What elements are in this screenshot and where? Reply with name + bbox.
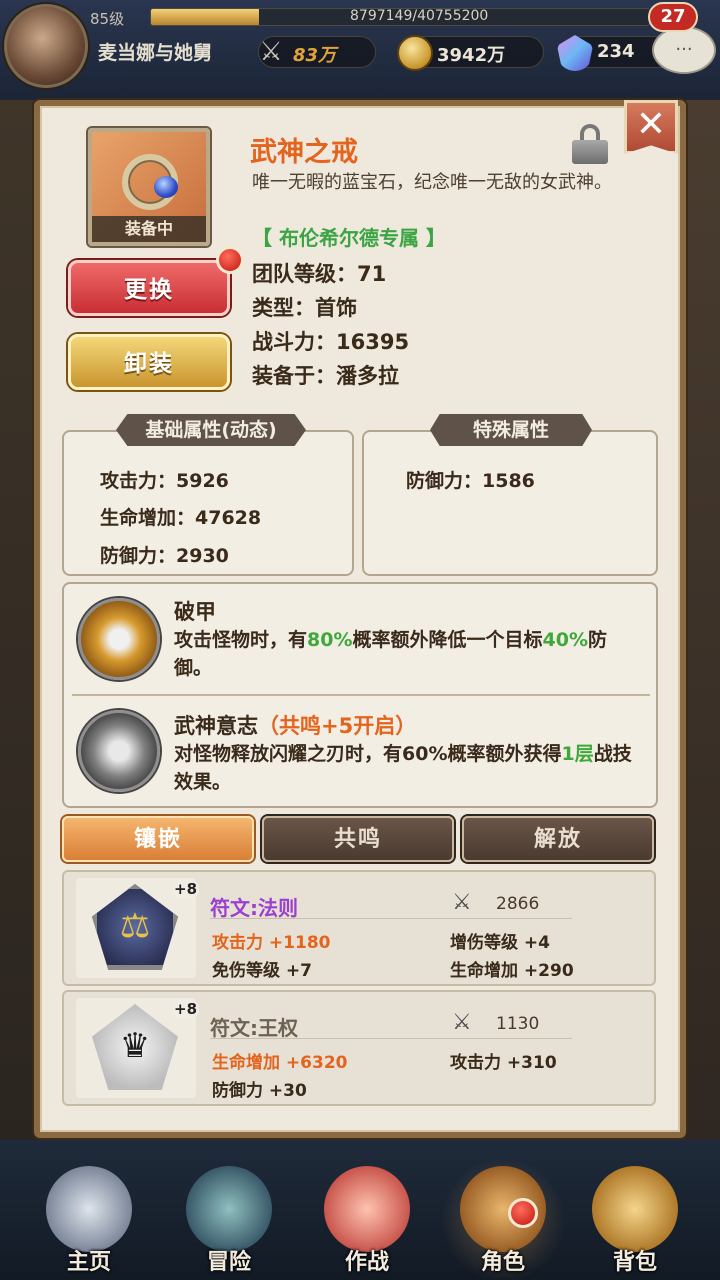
gold-value: 3942万: [437, 45, 506, 66]
crossed-swords-icon: ⚔: [452, 1010, 472, 1035]
unequip-button[interactable]: 卸装: [68, 334, 230, 390]
ring-icon: [122, 154, 178, 210]
rune-level: +8: [172, 880, 200, 898]
attr-hp: 生命增加：47628: [100, 507, 262, 529]
tab-release[interactable]: 解放: [462, 816, 654, 862]
nav-label: 作战: [344, 1250, 389, 1275]
item-description: 唯一无暇的蓝宝石，纪念唯一无敌的女武神。: [252, 172, 612, 193]
rune-stat: 生命增加 +290: [450, 961, 574, 981]
rune-stat: 防御力 +30: [212, 1081, 307, 1101]
skills-box: 破甲 攻击怪物时，有80%概率额外降低一个目标40%防御。 武神意志（共鸣+5开…: [62, 582, 658, 808]
tab-inlay[interactable]: 镶嵌: [62, 816, 254, 862]
lock-icon[interactable]: [572, 124, 608, 164]
red-dot-indicator: [508, 1198, 538, 1228]
rune-stat: 攻击力 +310: [450, 1053, 557, 1073]
skill-desc-text: 概率额外降低一个目标: [352, 629, 543, 651]
rune-slot-row[interactable]: ♛ +8 符文:王权 ⚔ 1130 生命增加 +6320 攻击力 +310 防御…: [62, 990, 656, 1106]
rune-stat: 生命增加 +6320: [212, 1053, 348, 1073]
rune-sovereignty-icon: ♛: [92, 1004, 178, 1090]
player-name: 麦当娜与她舅: [98, 42, 213, 64]
rune-power: 1130: [496, 1014, 540, 1034]
balance-scale-icon: ⚖: [119, 906, 151, 946]
power-value: 83万: [293, 45, 337, 66]
nav-label: 背包: [612, 1250, 657, 1275]
skill-desc-text: 攻击怪物时，有: [174, 629, 308, 651]
skill-desc-highlight: 40%: [542, 629, 588, 651]
nav-home[interactable]: 主页: [24, 1160, 154, 1280]
lock-body: [572, 140, 608, 164]
gold-display[interactable]: 3942万: [397, 35, 544, 71]
skill-divider: [72, 694, 650, 696]
red-dot-indicator: [216, 246, 244, 274]
nav-battle[interactable]: 作战: [302, 1160, 432, 1280]
portal-gate-icon: [186, 1166, 272, 1252]
rune-name: 符文:法则: [210, 896, 298, 920]
special-attributes-title: 特殊属性: [430, 414, 592, 446]
rune-power: 2866: [496, 894, 540, 914]
nav-adventure[interactable]: 冒险: [164, 1160, 294, 1280]
team-level: 团队等级：71: [252, 262, 387, 286]
nav-label: 冒险: [206, 1250, 251, 1275]
rune-slot[interactable]: ⚖ +8: [76, 878, 200, 978]
player-level: 85级: [90, 10, 125, 28]
background-right: [680, 100, 720, 1140]
skill-desc-text: 对怪物释放闪耀之刃时，有60%概率额外获得: [174, 743, 562, 765]
skill-description: 攻击怪物时，有80%概率额外降低一个目标40%防御。: [174, 626, 644, 682]
attr-defense: 防御力：2930: [100, 545, 229, 567]
nav-bag[interactable]: 背包: [570, 1160, 700, 1280]
crossed-swords-icon: ⚔: [452, 890, 472, 915]
sapphire-gem-icon: [154, 176, 178, 198]
special-attributes-box: 特殊属性 防御力：1586: [362, 414, 658, 576]
xp-text: 8797149/40755200: [350, 8, 489, 24]
crown-icon: ♛: [119, 1026, 151, 1066]
power-display: ⚔ 83万: [258, 36, 376, 68]
item-power: 战斗力：16395: [252, 330, 410, 354]
rune-divider: [210, 918, 572, 919]
rune-stat: 增伤等级 +4: [450, 933, 550, 953]
notification-count-badge[interactable]: 27: [648, 2, 698, 32]
rune-stat: 免伤等级 +7: [212, 961, 312, 981]
skill-description: 对怪物释放闪耀之刃时，有60%概率额外获得1层战技效果。: [174, 740, 644, 796]
item-icon-frame: 装备中: [88, 128, 210, 246]
replace-button[interactable]: 更换: [68, 260, 230, 316]
attr-special-defense: 防御力：1586: [406, 470, 535, 492]
skill-name: 武神意志（共鸣+5开启）: [174, 710, 416, 740]
item-name: 武神之戒: [250, 137, 358, 168]
rune-divider: [210, 1038, 572, 1039]
nav-label: 主页: [66, 1250, 111, 1275]
chained-lock-skill-icon: [78, 710, 160, 792]
armor-break-skill-icon: [78, 598, 160, 680]
skill-name-text: 破甲: [174, 600, 216, 624]
rune-law-icon: ⚖: [92, 884, 178, 970]
skill-name: 破甲: [174, 596, 216, 626]
gold-coin-icon: [397, 35, 433, 71]
rune-stat: 攻击力 +1180: [212, 933, 331, 953]
skill-desc-highlight: 1层: [561, 743, 594, 765]
home-statue-icon: [46, 1166, 132, 1252]
crossed-swords-icon: ⚔: [259, 37, 283, 67]
nav-label: 角色: [480, 1250, 525, 1275]
backpack-icon: [592, 1166, 678, 1252]
exclusive-hero-label: 【 布伦希尔德专属 】: [252, 226, 446, 250]
xp-bar-fill: [151, 9, 259, 25]
basic-attributes-title: 基础属性(动态): [116, 414, 306, 446]
nav-character[interactable]: 角色: [438, 1160, 568, 1280]
skill-desc-highlight: 80%: [307, 629, 353, 651]
battle-heroine-icon: [324, 1166, 410, 1252]
rune-level: +8: [172, 1000, 200, 1018]
player-avatar[interactable]: [4, 4, 88, 88]
rune-slot[interactable]: ♛ +8: [76, 998, 200, 1098]
tab-resonance[interactable]: 共鸣: [262, 816, 454, 862]
attr-attack: 攻击力：5926: [100, 470, 229, 492]
skill-name-text: 武神意志: [174, 714, 258, 738]
equipped-tag: 装备中: [92, 216, 206, 242]
chat-bubble-icon[interactable]: ···: [652, 26, 716, 74]
gem-value: 234: [597, 41, 635, 62]
item-type: 类型：首饰: [252, 296, 357, 320]
equipped-on: 装备于：潘多拉: [252, 364, 399, 388]
rune-name: 符文:王权: [210, 1016, 298, 1040]
skill-unlock-condition: （共鸣+5开启）: [258, 714, 417, 738]
basic-attributes-box: 基础属性(动态) 攻击力：5926 生命增加：47628 防御力：2930: [62, 414, 354, 576]
rune-slot-row[interactable]: ⚖ +8 符文:法则 ⚔ 2866 攻击力 +1180 增伤等级 +4 免伤等级…: [62, 870, 656, 986]
